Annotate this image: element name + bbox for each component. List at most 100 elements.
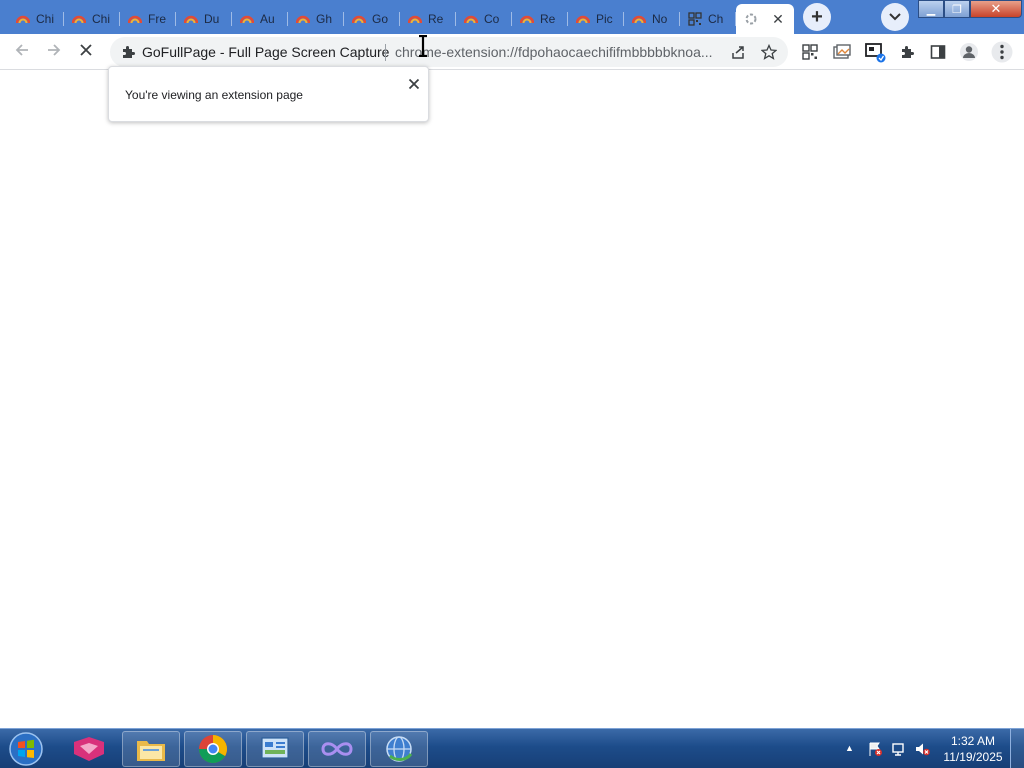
window-close-button[interactable]: ✕ xyxy=(970,0,1022,18)
network-tray-icon[interactable] xyxy=(891,741,907,757)
tab-label: Au xyxy=(260,12,275,26)
forward-button[interactable] xyxy=(40,38,68,66)
extension-page-bubble: You're viewing an extension page xyxy=(108,66,429,122)
windows-taskbar: ▲ 1:32 AM 11/19/2025 xyxy=(0,728,1024,768)
tray-expand-arrow[interactable]: ▲ xyxy=(845,743,855,753)
taskbar-gitkraken[interactable] xyxy=(60,731,118,767)
tab-9[interactable]: Re xyxy=(512,4,568,34)
minimize-button[interactable]: ▁ xyxy=(918,0,944,18)
image-gallery-icon[interactable] xyxy=(831,41,853,63)
show-desktop-button[interactable] xyxy=(1010,729,1024,768)
volume-muted-icon[interactable] xyxy=(914,741,930,757)
stop-loading-button[interactable] xyxy=(72,38,100,66)
taskbar-file-explorer[interactable] xyxy=(122,731,180,767)
chromium-icon xyxy=(464,12,478,26)
tab-0[interactable]: Chi xyxy=(8,4,64,34)
address-bar[interactable]: GoFullPage - Full Page Screen Capture ch… xyxy=(110,37,788,67)
tab-label: Pic xyxy=(596,12,613,26)
taskbar-chrome[interactable] xyxy=(184,731,242,767)
tab-2[interactable]: Fre xyxy=(120,4,176,34)
chromium-icon xyxy=(352,12,366,26)
tab-label: Go xyxy=(372,12,389,26)
control-panel-icon xyxy=(261,737,289,759)
bubble-message: You're viewing an extension page xyxy=(125,88,303,102)
tab-12[interactable]: Ch xyxy=(680,4,736,34)
chromium-icon xyxy=(72,12,86,26)
tab-label: Co xyxy=(484,12,500,26)
bookmark-star-icon[interactable] xyxy=(760,43,778,61)
browser-toolbar: GoFullPage - Full Page Screen Capture ch… xyxy=(0,34,1024,70)
chromium-icon xyxy=(408,12,422,26)
tab-label: Fre xyxy=(148,12,166,26)
chromium-icon xyxy=(184,12,198,26)
tab-label: No xyxy=(652,12,668,26)
chromium-icon xyxy=(16,12,30,26)
tab-6[interactable]: Go xyxy=(344,4,400,34)
tab-strip: Chi Chi Fre Du Au Gh Go Re Co Re Pic No … xyxy=(0,0,1024,34)
network-globe-icon xyxy=(386,736,413,762)
qr-code-icon xyxy=(688,12,702,26)
action-center-flag-icon[interactable] xyxy=(867,741,883,757)
maximize-button[interactable]: ❐ xyxy=(944,0,970,18)
tab-8[interactable]: Co xyxy=(456,4,512,34)
puzzle-piece-icon[interactable] xyxy=(120,44,136,60)
tab-1[interactable]: Chi xyxy=(64,4,120,34)
tab-label: Ch xyxy=(708,12,724,26)
gofullpage-extension-icon[interactable] xyxy=(864,41,886,63)
kebab-menu-icon[interactable] xyxy=(991,41,1013,63)
start-button[interactable] xyxy=(6,730,46,768)
chromium-icon xyxy=(520,12,534,26)
tab-label: Re xyxy=(540,12,556,26)
extension-name: GoFullPage - Full Page Screen Capture xyxy=(142,44,390,60)
clock-date: 11/19/2025 xyxy=(943,750,1003,764)
arrow-right-icon xyxy=(46,42,62,63)
tab-label: Re xyxy=(428,12,444,26)
share-icon[interactable] xyxy=(729,43,747,61)
tab-label: Gh xyxy=(316,12,333,26)
chromium-icon xyxy=(576,12,590,26)
taskbar-visual-studio[interactable] xyxy=(308,731,366,767)
bubble-close-button[interactable] xyxy=(404,74,424,94)
tab-3[interactable]: Du xyxy=(176,4,232,34)
gitkraken-icon xyxy=(74,737,104,761)
chromium-icon xyxy=(240,12,254,26)
arrow-left-icon xyxy=(14,42,30,63)
windows-logo-icon xyxy=(9,732,43,766)
extensions-puzzle-icon[interactable] xyxy=(896,41,918,63)
omnibox-divider xyxy=(385,44,386,61)
tab-5[interactable]: Gh xyxy=(288,4,344,34)
chromium-icon xyxy=(632,12,646,26)
system-clock[interactable]: 1:32 AM 11/19/2025 xyxy=(938,733,1008,765)
file-explorer-icon xyxy=(137,741,165,761)
window-controls: ▁ ❐ ✕ xyxy=(918,0,1024,18)
tab-11[interactable]: No xyxy=(624,4,680,34)
new-tab-button[interactable]: + xyxy=(803,3,831,31)
tab-7[interactable]: Re xyxy=(400,4,456,34)
chromium-icon xyxy=(296,12,310,26)
profile-avatar-icon[interactable] xyxy=(958,41,980,63)
qr-code-icon[interactable] xyxy=(799,41,821,63)
tab-search-button[interactable] xyxy=(881,3,909,31)
taskbar-network-app[interactable] xyxy=(370,731,428,767)
chrome-icon xyxy=(199,735,227,763)
tab-4[interactable]: Au xyxy=(232,4,288,34)
tab-10[interactable]: Pic xyxy=(568,4,624,34)
tab-label: Chi xyxy=(36,12,55,26)
back-button[interactable] xyxy=(8,38,36,66)
tab-label: Du xyxy=(204,12,220,26)
chevron-down-icon xyxy=(889,8,901,26)
url-text[interactable]: chrome-extension://fdpohaocaechififmbbbb… xyxy=(395,44,719,60)
close-icon[interactable]: ✕ xyxy=(770,11,786,27)
tab-list: Chi Chi Fre Du Au Gh Go Re Co Re Pic No … xyxy=(8,4,794,34)
chromium-icon xyxy=(128,12,142,26)
clock-time: 1:32 AM xyxy=(950,734,996,748)
tab-active[interactable]: ✕ xyxy=(736,4,794,34)
close-icon xyxy=(408,78,420,90)
text-cursor-icon xyxy=(417,34,429,58)
loading-spinner-icon xyxy=(744,12,758,26)
taskbar-control-panel[interactable] xyxy=(246,731,304,767)
tab-label: Chi xyxy=(92,12,111,26)
visual-studio-icon xyxy=(321,742,353,756)
stop-x-icon xyxy=(79,43,93,62)
side-panel-icon[interactable] xyxy=(927,41,949,63)
